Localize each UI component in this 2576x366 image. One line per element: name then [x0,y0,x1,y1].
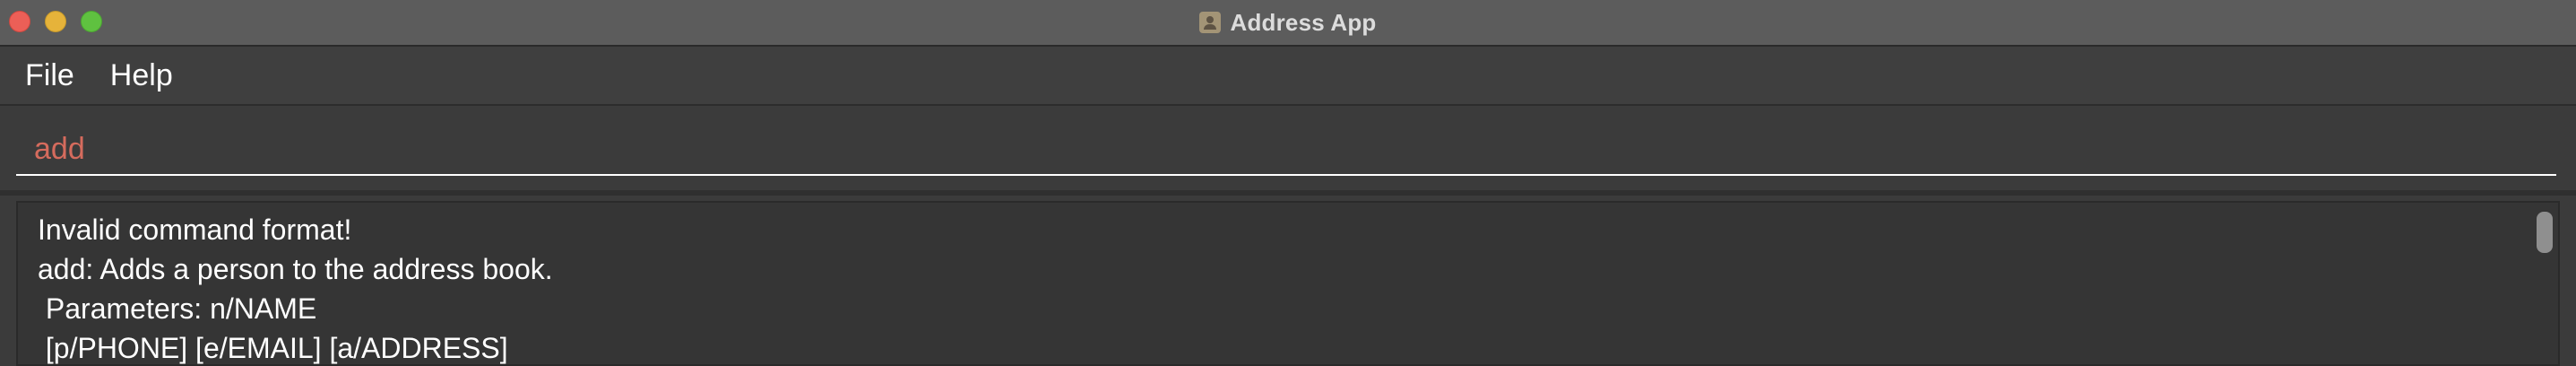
menu-bar: File Help [0,47,2576,106]
command-input[interactable] [16,124,2556,176]
result-line: add: Adds a person to the address book. [38,253,553,285]
panel-divider [0,190,2576,196]
command-box-area [0,106,2576,192]
address-book-icon [1199,12,1222,33]
result-display[interactable]: Invalid command format! add: Adds a perso… [16,201,2560,366]
result-line: Parameters: n/NAME [38,292,317,325]
app-window: Address App File Help Invalid command fo… [0,0,2576,366]
window-title-group: Address App [0,0,2576,45]
result-text: Invalid command format! add: Adds a perso… [38,210,2494,364]
window-title: Address App [1230,8,1377,36]
menu-file[interactable]: File [25,58,74,93]
menu-help[interactable]: Help [110,58,173,93]
title-bar[interactable]: Address App [0,0,2576,47]
result-line: Invalid command format! [38,214,352,246]
result-line: [p/PHONE] [e/EMAIL] [a/ADDRESS] [38,332,508,364]
vertical-scrollbar-thumb[interactable] [2537,212,2553,253]
